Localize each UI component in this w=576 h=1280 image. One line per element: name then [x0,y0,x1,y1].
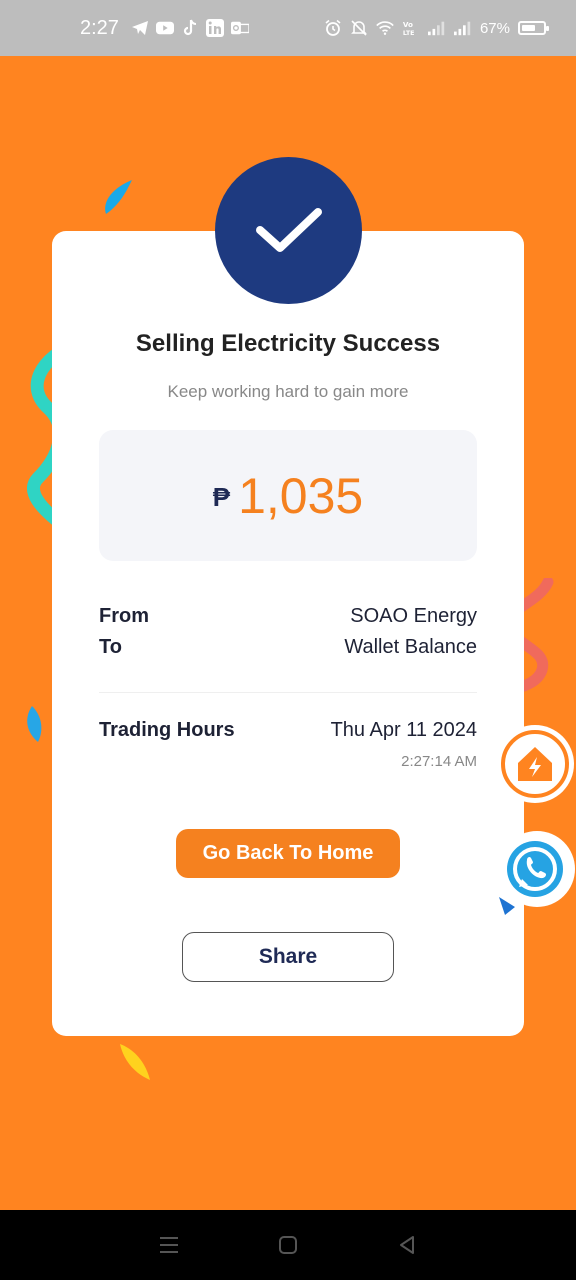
go-back-home-button[interactable]: Go Back To Home [176,829,400,878]
signal-icon [427,19,446,37]
youtube-icon [155,19,174,37]
from-value: SOAO Energy [350,605,477,627]
home-energy-icon [501,730,569,798]
svg-text:LTE: LTE [403,30,415,37]
confetti-blue-top-left [105,180,132,214]
menu-icon [160,1237,179,1253]
from-label: From [99,605,149,627]
linkedin-icon [205,19,224,37]
success-title: Selling Electricity Success [135,330,441,357]
floating-home-button[interactable] [496,725,574,803]
volte-icon: Vo LTE [402,19,420,37]
divider [99,692,477,693]
telegram-icon [131,19,149,37]
floating-chat-button[interactable] [495,827,576,917]
confetti-blue-left [27,706,42,742]
outlook-icon [230,19,249,37]
system-nav-bar [0,1210,576,1280]
svg-text:Vo: Vo [403,20,413,29]
amount-value: 1,035 [238,467,364,524]
notification-icons [131,19,249,37]
wifi-icon [376,19,394,37]
currency-symbol: ₱ [212,482,231,512]
menu-nav-button[interactable] [149,1225,189,1265]
system-icons: Vo LTE 67% [324,19,549,37]
to-label: To [99,636,122,658]
alarm-icon [324,19,342,37]
success-subtitle: Keep working hard to gain more [167,382,409,401]
tiktok-icon [181,19,199,37]
back-nav-button[interactable] [387,1225,427,1265]
trading-date: Thu Apr 11 2024 [330,719,477,741]
whatsapp-icon [499,831,575,915]
checkmark-icon [255,207,322,252]
trading-hours-label: Trading Hours [99,719,235,741]
back-triangle-icon [399,1236,414,1254]
clock: 2:27 [80,16,119,39]
home-square-icon [278,1236,297,1254]
confetti-yellow-bottom [120,1044,150,1080]
amount-box: ₱ 1,035 [99,430,477,561]
trading-time: 2:27:14 AM [401,753,477,770]
share-button[interactable]: Share [182,932,394,982]
success-badge [215,157,362,304]
battery-percent: 67% [479,19,510,37]
battery-icon [518,21,549,35]
battery-fill [522,25,536,31]
home-nav-button[interactable] [268,1225,308,1265]
signal-icon [453,19,472,37]
to-value: Wallet Balance [344,636,477,658]
status-bar: 2:27 Vo LTE 67% [0,0,576,56]
mute-icon [350,19,368,37]
